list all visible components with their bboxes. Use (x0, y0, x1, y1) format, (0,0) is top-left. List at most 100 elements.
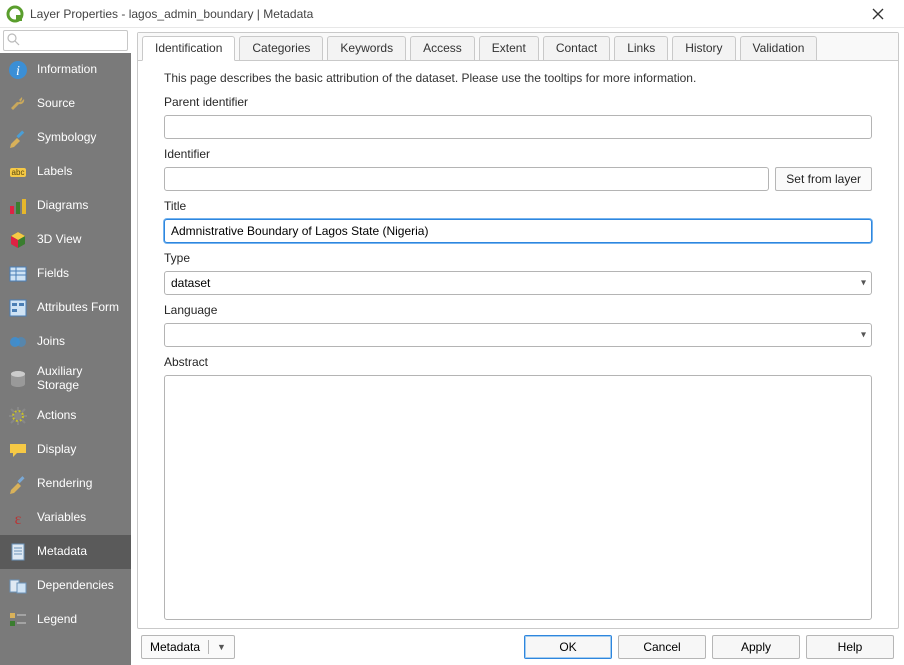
sidebar-item-variables[interactable]: ε Variables (0, 501, 131, 535)
sidebar-item-fields[interactable]: Fields (0, 257, 131, 291)
diagrams-icon (7, 195, 29, 217)
fields-icon (7, 263, 29, 285)
title-input[interactable] (164, 219, 872, 243)
language-select[interactable] (164, 323, 872, 347)
tab-extent[interactable]: Extent (479, 36, 539, 60)
sidebar-item-rendering[interactable]: Rendering (0, 467, 131, 501)
sidebar-item-3d-view[interactable]: 3D View (0, 223, 131, 257)
tab-categories[interactable]: Categories (239, 36, 323, 60)
tab-access[interactable]: Access (410, 36, 475, 60)
sidebar-item-label: Information (37, 63, 97, 77)
svg-text:abc: abc (12, 168, 25, 177)
sidebar-item-auxiliary-storage[interactable]: Auxiliary Storage (0, 359, 131, 399)
sidebar-item-joins[interactable]: Joins (0, 325, 131, 359)
deps-icon (7, 575, 29, 597)
db-icon (7, 368, 29, 390)
sidebar-item-label: Display (37, 443, 76, 457)
sidebar-item-label: 3D View (37, 233, 81, 247)
sidebar-item-source[interactable]: Source (0, 87, 131, 121)
qgis-logo-icon (6, 5, 24, 23)
tab-bar: IdentificationCategoriesKeywordsAccessEx… (138, 33, 898, 61)
type-label: Type (164, 251, 872, 265)
sidebar-search-wrap (0, 28, 131, 53)
style-menu-button[interactable]: Metadata ▼ (141, 635, 235, 659)
sidebar-item-label: Legend (37, 613, 77, 627)
sidebar: i Information Source Symbology abc Labels Diag… (0, 28, 131, 665)
sidebar-item-label: Variables (37, 511, 86, 525)
paintbrush-icon (7, 127, 29, 149)
identification-form: This page describes the basic attributio… (138, 61, 898, 628)
dialog-button-bar: Metadata ▼ OK Cancel Apply Help (131, 629, 904, 665)
parent-identifier-label: Parent identifier (164, 95, 872, 109)
sidebar-item-label: Symbology (37, 131, 96, 145)
sidebar-item-display[interactable]: Display (0, 433, 131, 467)
sidebar-item-label: Source (37, 97, 75, 111)
tab-keywords[interactable]: Keywords (327, 36, 406, 60)
window-title: Layer Properties - lagos_admin_boundary … (30, 7, 858, 21)
epsilon-icon: ε (7, 507, 29, 529)
label-icon: abc (7, 161, 29, 183)
ok-button[interactable]: OK (524, 635, 612, 659)
help-button[interactable]: Help (806, 635, 894, 659)
wrench-icon (7, 93, 29, 115)
sidebar-search-input[interactable] (3, 30, 128, 51)
tab-identification[interactable]: Identification (142, 36, 235, 61)
joins-icon (7, 331, 29, 353)
tabs-panel: IdentificationCategoriesKeywordsAccessEx… (137, 32, 899, 629)
cube-icon (7, 229, 29, 251)
apply-button[interactable]: Apply (712, 635, 800, 659)
sidebar-item-label: Actions (37, 409, 76, 423)
tab-contact[interactable]: Contact (543, 36, 610, 60)
sidebar-item-label: Auxiliary Storage (37, 365, 124, 393)
legend-icon (7, 609, 29, 631)
chevron-down-icon: ▼ (217, 642, 226, 652)
sidebar-item-information[interactable]: i Information (0, 53, 131, 87)
sheet-icon (7, 541, 29, 563)
close-icon (872, 8, 884, 20)
identifier-input[interactable] (164, 167, 769, 191)
tab-validation[interactable]: Validation (740, 36, 818, 60)
sidebar-item-metadata[interactable]: Metadata (0, 535, 131, 569)
sidebar-item-label: Attributes Form (37, 301, 119, 315)
render-icon (7, 473, 29, 495)
sidebar-item-dependencies[interactable]: Dependencies (0, 569, 131, 603)
sidebar-item-label: Metadata (37, 545, 87, 559)
language-label: Language (164, 303, 872, 317)
set-from-layer-button[interactable]: Set from layer (775, 167, 872, 191)
info-icon: i (7, 59, 29, 81)
divider (208, 640, 209, 654)
form-description: This page describes the basic attributio… (164, 71, 872, 85)
content-area: IdentificationCategoriesKeywordsAccessEx… (131, 28, 904, 665)
abstract-textarea[interactable] (164, 375, 872, 620)
tab-links[interactable]: Links (614, 36, 668, 60)
search-icon (7, 33, 20, 46)
sidebar-item-label: Diagrams (37, 199, 88, 213)
parent-identifier-input[interactable] (164, 115, 872, 139)
main-area: i Information Source Symbology abc Labels Diag… (0, 28, 904, 665)
type-select[interactable] (164, 271, 872, 295)
sidebar-item-label: Rendering (37, 477, 92, 491)
sidebar-item-label: Dependencies (37, 579, 114, 593)
speech-icon (7, 439, 29, 461)
sidebar-item-symbology[interactable]: Symbology (0, 121, 131, 155)
tab-history[interactable]: History (672, 36, 735, 60)
titlebar: Layer Properties - lagos_admin_boundary … (0, 0, 904, 28)
sidebar-item-attributes-form[interactable]: Attributes Form (0, 291, 131, 325)
sidebar-item-legend[interactable]: Legend (0, 603, 131, 637)
svg-text:ε: ε (15, 511, 22, 528)
gear-icon (7, 405, 29, 427)
form-icon (7, 297, 29, 319)
close-button[interactable] (858, 0, 898, 27)
style-menu-label: Metadata (150, 640, 200, 654)
sidebar-item-labels[interactable]: abc Labels (0, 155, 131, 189)
cancel-button[interactable]: Cancel (618, 635, 706, 659)
identifier-label: Identifier (164, 147, 872, 161)
sidebar-item-label: Fields (37, 267, 69, 281)
sidebar-item-label: Joins (37, 335, 65, 349)
abstract-label: Abstract (164, 355, 872, 369)
sidebar-item-actions[interactable]: Actions (0, 399, 131, 433)
svg-text:i: i (16, 64, 20, 79)
title-label: Title (164, 199, 872, 213)
sidebar-item-diagrams[interactable]: Diagrams (0, 189, 131, 223)
sidebar-item-label: Labels (37, 165, 72, 179)
